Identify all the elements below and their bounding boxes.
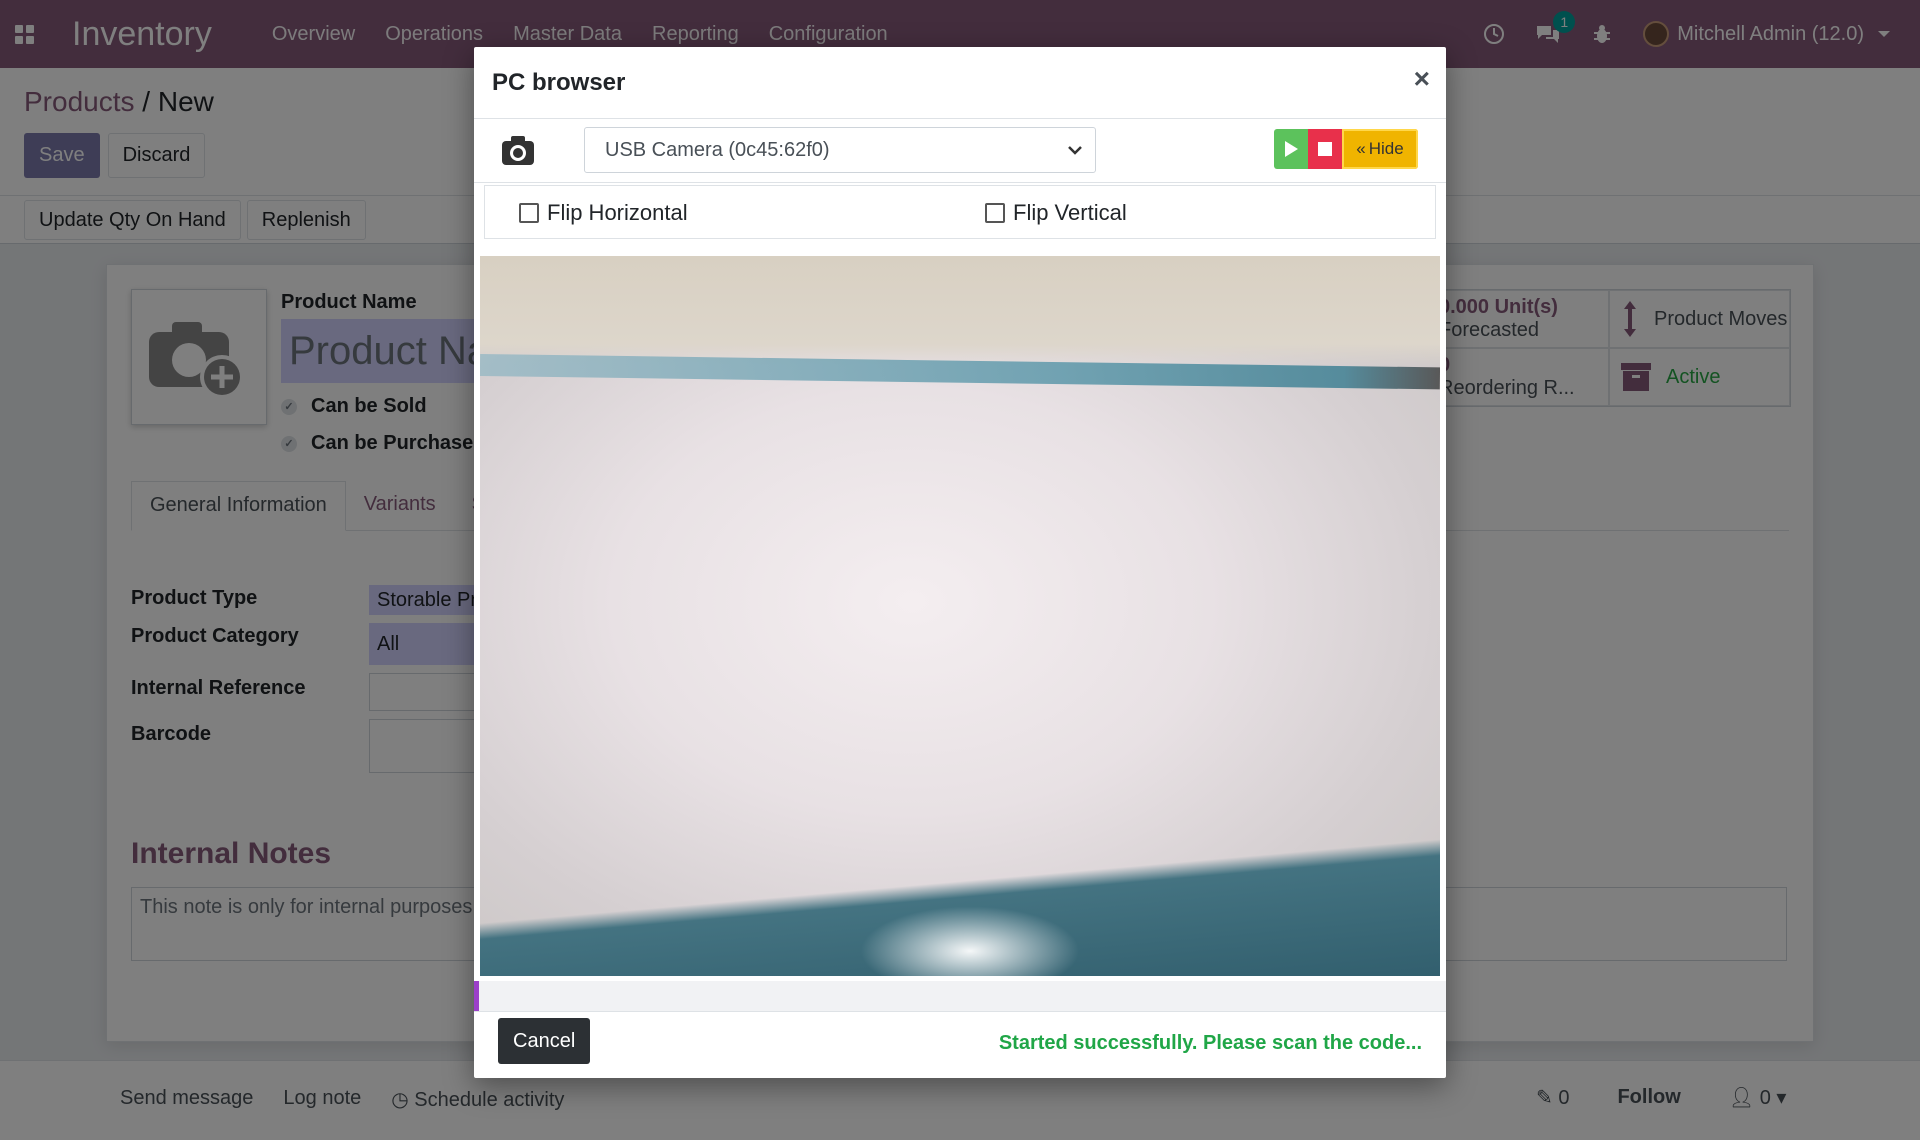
play-icon: [1285, 141, 1298, 157]
checkbox-box[interactable]: [519, 203, 539, 223]
camera-controls: « Hide: [1274, 129, 1418, 169]
pc-browser-dialog: PC browser × USB Camera (0c45:62f0) « Hi…: [474, 47, 1446, 1078]
hide-label: Hide: [1368, 139, 1404, 158]
modal-footer: Cancel Started successfully. Please scan…: [474, 1011, 1446, 1078]
cancel-button[interactable]: Cancel: [498, 1018, 591, 1064]
scan-progress-bar: [474, 981, 1446, 1011]
status-message: Started successfully. Please scan the co…: [998, 1032, 1422, 1054]
flip-options: Flip Horizontal Flip Vertical: [484, 185, 1436, 239]
play-button[interactable]: [1274, 129, 1308, 169]
flip-vertical-label: Flip Vertical: [1013, 200, 1127, 225]
hide-button[interactable]: « Hide: [1342, 129, 1418, 169]
modal-title: PC browser: [492, 68, 626, 96]
video-texture: [480, 256, 1440, 366]
camera-select-value: USB Camera (0c45:62f0): [605, 138, 830, 161]
double-chevron-up-icon: «: [1356, 139, 1366, 158]
close-icon[interactable]: ×: [1414, 65, 1430, 93]
flip-vertical-checkbox[interactable]: Flip Vertical: [985, 200, 1127, 226]
video-texture: [860, 906, 1080, 976]
flip-horizontal-checkbox[interactable]: Flip Horizontal: [519, 200, 688, 226]
modal-header: PC browser ×: [474, 47, 1446, 119]
camera-toolbar: USB Camera (0c45:62f0) « Hide: [474, 119, 1446, 183]
camera-select[interactable]: USB Camera (0c45:62f0): [584, 127, 1096, 173]
chevron-down-icon: [1068, 146, 1082, 155]
scan-progress-fill: [474, 981, 479, 1011]
stop-button[interactable]: [1308, 129, 1342, 169]
flip-horizontal-label: Flip Horizontal: [547, 200, 688, 225]
stop-icon: [1318, 142, 1332, 156]
checkbox-box[interactable]: [985, 203, 1005, 223]
camera-icon[interactable]: [500, 133, 536, 169]
camera-video-feed: [480, 256, 1440, 976]
